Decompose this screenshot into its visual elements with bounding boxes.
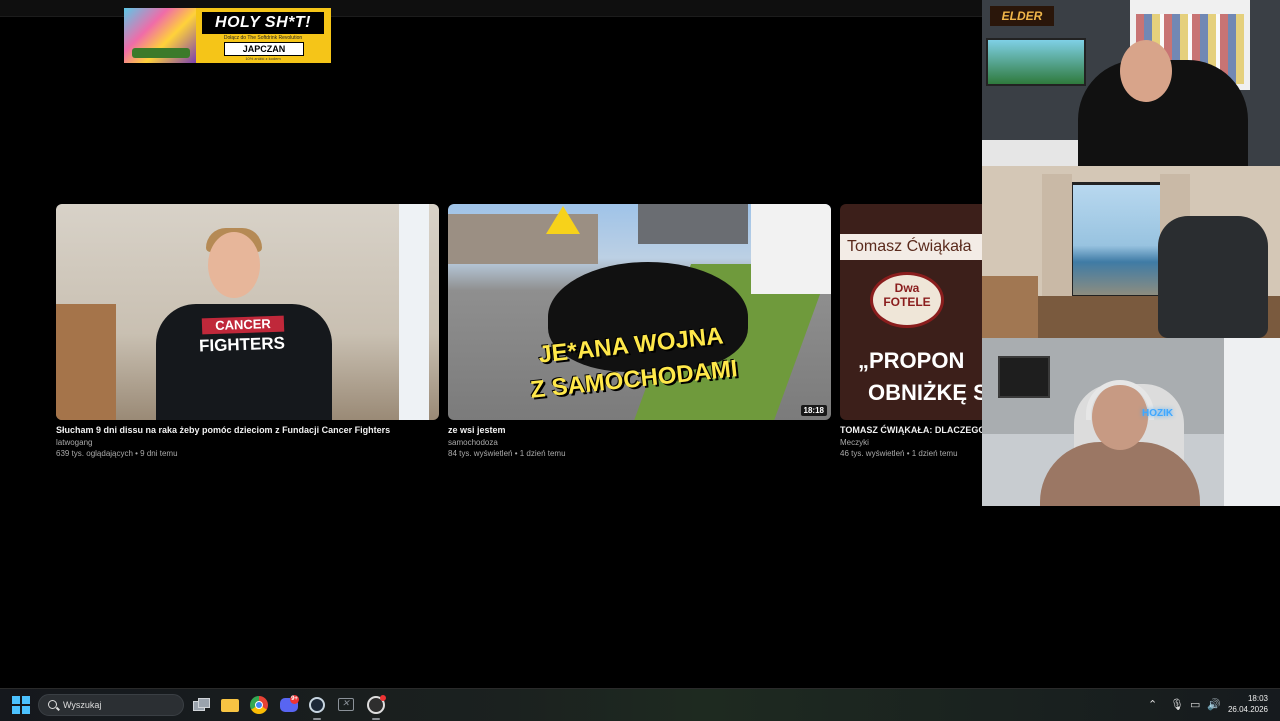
video-channel[interactable]: latwogang [56,438,439,447]
webcam-logo: ELDER [990,6,1054,26]
thumb-boxes [56,304,116,420]
webcam-chair [1158,216,1268,338]
speaker-icon[interactable]: 🔊 [1207,698,1221,711]
thumb-text: CANCER [201,315,285,335]
video-title[interactable]: ze wsi jestem [448,425,831,435]
monitor-icon[interactable]: ▭ [1190,698,1200,711]
thumb-text: „PROPON [858,348,965,373]
ad-headline: HOLY SH*T! [202,12,324,34]
video-meta: 84 tys. wyświetleń • 1 dzień temu [448,449,566,458]
video-duration: 18:18 [800,405,827,416]
system-clock[interactable]: 18:03 26.04.2026 [1220,693,1268,715]
task-view-icon[interactable] [191,695,211,715]
ad-note: 10% zniżki z kodem [245,56,281,61]
thumb-window [399,204,429,420]
steam-icon[interactable] [307,695,327,720]
xbox-icon[interactable] [337,695,357,715]
webcam-person-face [1120,40,1172,102]
thumb-white-building [751,204,831,294]
discord-badge: 9+ [290,695,299,704]
thumb-text: Tomasz Ćwiąkała [840,234,982,260]
thumb-text: OBNIŻKĘ S [868,380,982,405]
thumb-person-head [208,232,260,298]
thumb-text: FIGHTERS [198,333,286,356]
thumb-building [638,204,748,244]
video-title[interactable]: Słucham 9 dni dissu na raka żeby pomóc d… [56,425,439,435]
windows-start-icon[interactable] [12,696,30,714]
search-input[interactable] [63,698,173,712]
taskbar-search[interactable] [38,694,184,716]
video-card[interactable]: JE*ANA WOJNA Z SAMOCHODAMI 18:18 ze wsi … [448,204,831,458]
ad-subtext: Dołącz do The Softdrink Revolution [223,35,303,41]
taskbar: 9+ ⌃ 🎙 ▭ 🔊 18:03 26.04.2026 [0,688,1280,721]
chrome-icon[interactable] [249,695,269,715]
search-icon [48,700,57,709]
video-meta: 639 tys. oglądających • 9 dni temu [56,449,178,458]
thumb-text: Dwa FOTELE [870,272,944,328]
video-channel[interactable]: samochodoza [448,438,831,447]
obs-icon[interactable] [366,695,386,720]
clock-date: 26.04.2026 [1227,705,1268,714]
webcam-neon-sign: HOZIK [1142,408,1174,419]
video-card[interactable]: Tomasz Ćwiąkała Dwa FOTELE „PROPON OBNIŻ… [840,204,982,458]
webcam-panel-middle [982,166,1280,338]
webcam-window [1224,338,1280,506]
video-card[interactable]: CANCER FIGHTERS Słucham 9 dni dissu na r… [56,204,439,458]
webcam-panel-bottom: HOZIK [982,338,1280,506]
webcam-window [1070,182,1166,298]
video-meta: 46 tys. wyświetleń • 1 dzień temu [840,449,958,458]
microphone-icon[interactable]: 🎙 [1170,698,1184,711]
ad-product-image [124,8,196,63]
warning-sign-icon [546,206,580,234]
webcam-wall-art [998,356,1050,398]
ad-brand: JAPCZAN [224,42,304,56]
clock-time: 18:03 [1247,694,1268,703]
discord-icon[interactable]: 9+ [279,695,299,715]
webcam-cabinet [982,276,1038,338]
chevron-up-icon[interactable]: ⌃ [1148,698,1157,711]
video-thumbnail[interactable]: JE*ANA WOJNA Z SAMOCHODAMI 18:18 [448,204,831,420]
video-title[interactable]: TOMASZ ĆWIĄKAŁA: DLACZEGO ( [840,425,982,435]
video-channel[interactable]: Meczyki [840,438,982,447]
file-explorer-icon[interactable] [220,695,240,715]
ad-banner[interactable]: HOLY SH*T! Dołącz do The Softdrink Revol… [124,8,331,63]
video-thumbnail[interactable]: Tomasz Ćwiąkała Dwa FOTELE „PROPON OBNIŻ… [840,204,982,420]
video-thumbnail[interactable]: CANCER FIGHTERS [56,204,439,420]
webcam-panel-top: ELDER [982,0,1280,166]
webcam-aquarium [986,38,1086,86]
